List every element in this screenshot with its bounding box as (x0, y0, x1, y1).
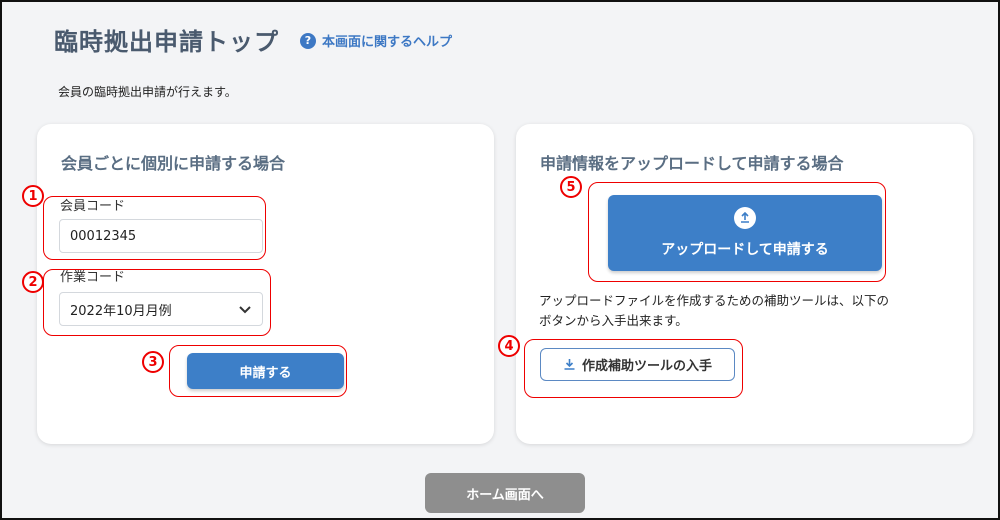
annotation-badge-3: 3 (142, 351, 164, 373)
help-link[interactable]: ? 本画面に関するヘルプ (300, 31, 452, 50)
annotation-box-4 (524, 339, 743, 398)
annotation-box-2 (43, 269, 271, 336)
annotation-box-5 (588, 182, 886, 282)
question-icon: ? (300, 32, 316, 49)
upload-card-title: 申請情報をアップロードして申請する場合 (540, 154, 844, 173)
annotation-badge-1: 1 (22, 185, 44, 207)
intro-text: 会員の臨時拠出申請が行えます。 (58, 85, 237, 99)
annotation-box-1 (43, 196, 266, 260)
home-button[interactable]: ホーム画面へ (425, 473, 585, 513)
page-title: 臨時拠出申請トップ (54, 28, 279, 56)
tool-note-line2: ボタンから入手出来ます。 (539, 313, 688, 328)
screen-frame: 臨時拠出申請トップ ? 本画面に関するヘルプ 会員の臨時拠出申請が行えます。 会… (0, 0, 1000, 520)
tool-note-line1: アップロードファイルを作成するための補助ツールは、以下の (539, 293, 890, 308)
tool-note: アップロードファイルを作成するための補助ツールは、以下の ボタンから入手出来ます… (539, 291, 889, 331)
annotation-box-3 (169, 345, 347, 397)
annotation-badge-2: 2 (22, 271, 44, 293)
individual-card-title: 会員ごとに個別に申請する場合 (61, 154, 286, 173)
help-link-label: 本画面に関するヘルプ (322, 35, 453, 50)
annotation-badge-5: 5 (560, 176, 582, 198)
annotation-badge-4: 4 (498, 335, 520, 357)
